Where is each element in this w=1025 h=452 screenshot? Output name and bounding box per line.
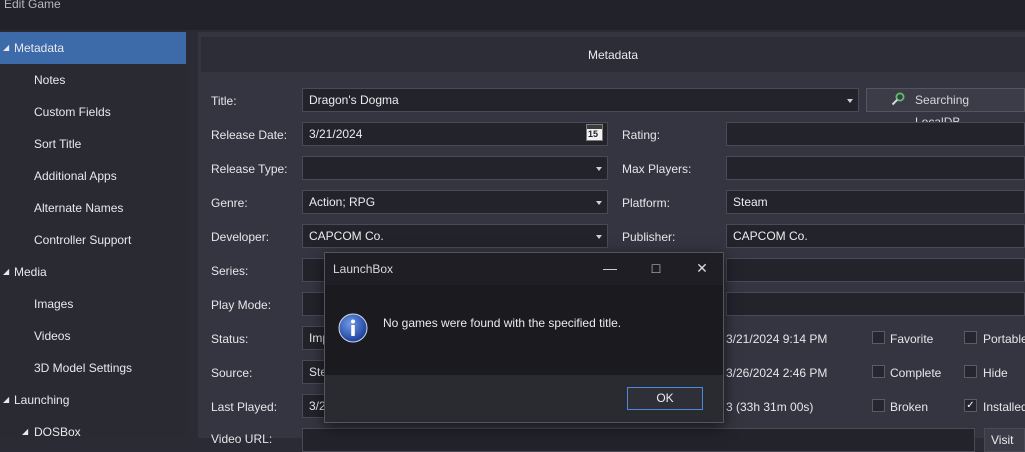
sidebar-item-controller-support[interactable]: Controller Support — [0, 224, 186, 256]
developer-label: Developer: — [211, 230, 270, 244]
sidebar-item-custom-fields[interactable]: Custom Fields — [0, 96, 186, 128]
close-button[interactable]: ✕ — [687, 257, 717, 279]
window-titlebar: Edit Game — [0, 0, 1025, 30]
calendar-day: 15 — [588, 129, 599, 139]
sidebar-item-videos[interactable]: Videos — [0, 320, 186, 352]
date-added-value: 3/21/2024 9:14 PM — [726, 332, 828, 346]
max-players-label: Max Players: — [622, 162, 692, 176]
expand-arrow-icon[interactable]: ◢ — [3, 384, 9, 416]
right-field-series-row[interactable] — [726, 258, 1025, 282]
title-label: Title: — [211, 94, 237, 108]
minimize-button[interactable]: — — [595, 257, 625, 279]
calendar-icon[interactable]: 15 — [586, 124, 603, 141]
installed-checkbox[interactable]: ✓ — [964, 399, 977, 412]
sidebar-item-label: Images — [34, 297, 74, 311]
sidebar-item-launching[interactable]: ◢ Launching — [0, 384, 186, 416]
sidebar-item-3d-model-settings[interactable]: 3D Model Settings — [0, 352, 186, 384]
complete-label: Complete — [890, 366, 942, 380]
play-time-value: 3 (33h 31m 00s) — [726, 400, 814, 414]
platform-field[interactable]: Steam — [726, 190, 1025, 214]
hide-label: Hide — [983, 366, 1008, 380]
video-url-field[interactable] — [302, 428, 975, 452]
sidebar: ◢ Metadata Notes Custom Fields Sort Titl… — [0, 30, 186, 439]
sidebar-item-label: Metadata — [14, 41, 65, 55]
sidebar-item-sort-title[interactable]: Sort Title — [0, 128, 186, 160]
ok-button[interactable]: OK — [627, 387, 703, 410]
date-modified-value: 3/26/2024 2:46 PM — [726, 366, 828, 380]
sidebar-item-additional-apps[interactable]: Additional Apps — [0, 160, 186, 192]
title-combobox[interactable]: Dragon's Dogma — [302, 88, 859, 112]
max-players-field[interactable] — [726, 156, 1025, 180]
dialog-body — [325, 285, 723, 375]
release-date-label: Release Date: — [211, 128, 288, 142]
release-type-combobox[interactable] — [302, 156, 608, 180]
status-label: Status: — [211, 332, 249, 346]
sidebar-item-label: Launching — [14, 393, 70, 407]
sidebar-item-label: Controller Support — [34, 233, 132, 247]
complete-checkbox[interactable] — [872, 365, 885, 378]
release-date-field[interactable]: 3/21/2024 — [302, 122, 608, 146]
broken-label: Broken — [890, 400, 929, 414]
sidebar-item-label: DOSBox — [34, 425, 81, 439]
visit-button[interactable]: Visit — [984, 428, 1025, 452]
favorite-label: Favorite — [890, 332, 934, 346]
installed-label: Installed — [983, 400, 1025, 414]
sidebar-item-label: 3D Model Settings — [34, 361, 133, 375]
series-label: Series: — [211, 264, 249, 278]
sidebar-item-label: Videos — [34, 329, 71, 343]
portable-label: Portable — [983, 332, 1025, 346]
last-played-label: Last Played: — [211, 400, 278, 414]
release-type-label: Release Type: — [211, 162, 288, 176]
sidebar-item-label: Media — [14, 265, 47, 279]
sidebar-splitter[interactable] — [186, 30, 198, 438]
search-localdb-button[interactable]: Searching LocalDB... — [866, 88, 1025, 129]
favorite-checkbox[interactable] — [872, 331, 885, 344]
genre-label: Genre: — [211, 196, 248, 210]
sidebar-item-label: Custom Fields — [34, 105, 111, 119]
window-title: Edit Game — [4, 0, 61, 11]
portable-checkbox[interactable] — [964, 331, 977, 344]
sidebar-item-notes[interactable]: Notes — [0, 64, 186, 96]
sidebar-item-metadata[interactable]: ◢ Metadata — [0, 32, 186, 64]
maximize-button[interactable]: □ — [641, 257, 671, 279]
hide-checkbox[interactable] — [964, 365, 977, 378]
sidebar-item-images[interactable]: Images — [0, 288, 186, 320]
rating-field[interactable] — [726, 122, 1025, 146]
sidebar-item-label: Notes — [34, 73, 66, 87]
genre-combobox[interactable]: Action; RPG — [302, 190, 608, 214]
publisher-field[interactable]: CAPCOM Co. — [726, 224, 1025, 248]
sidebar-item-media[interactable]: ◢ Media — [0, 256, 186, 288]
right-field-play-mode-row[interactable] — [726, 292, 1025, 316]
broken-checkbox[interactable] — [872, 399, 885, 412]
sidebar-item-label: Sort Title — [34, 137, 82, 151]
developer-combobox[interactable]: CAPCOM Co. — [302, 224, 608, 248]
sidebar-item-label: Alternate Names — [34, 201, 124, 215]
sidebar-item-label: Additional Apps — [34, 169, 117, 183]
source-label: Source: — [211, 366, 253, 380]
sidebar-item-alternate-names[interactable]: Alternate Names — [0, 192, 186, 224]
expand-arrow-icon[interactable]: ◢ — [3, 32, 9, 64]
message-dialog: LaunchBox — □ ✕ No games were found with… — [324, 252, 724, 423]
sidebar-item-dosbox[interactable]: ◢ DOSBox — [0, 416, 186, 448]
expand-arrow-icon[interactable]: ◢ — [3, 256, 9, 288]
page-title: Metadata — [587, 48, 639, 62]
info-icon — [338, 313, 368, 343]
dialog-title: LaunchBox — [333, 262, 394, 276]
panel-header: Metadata — [201, 37, 1025, 72]
platform-label: Platform: — [622, 196, 671, 210]
publisher-label: Publisher: — [622, 230, 676, 244]
rating-label: Rating: — [622, 128, 661, 142]
play-mode-label: Play Mode: — [211, 298, 272, 312]
search-icon — [891, 92, 905, 106]
expand-arrow-icon[interactable]: ◢ — [22, 416, 28, 448]
video-url-label: Video URL: — [211, 432, 273, 446]
dialog-message: No games were found with the specified t… — [383, 316, 622, 330]
